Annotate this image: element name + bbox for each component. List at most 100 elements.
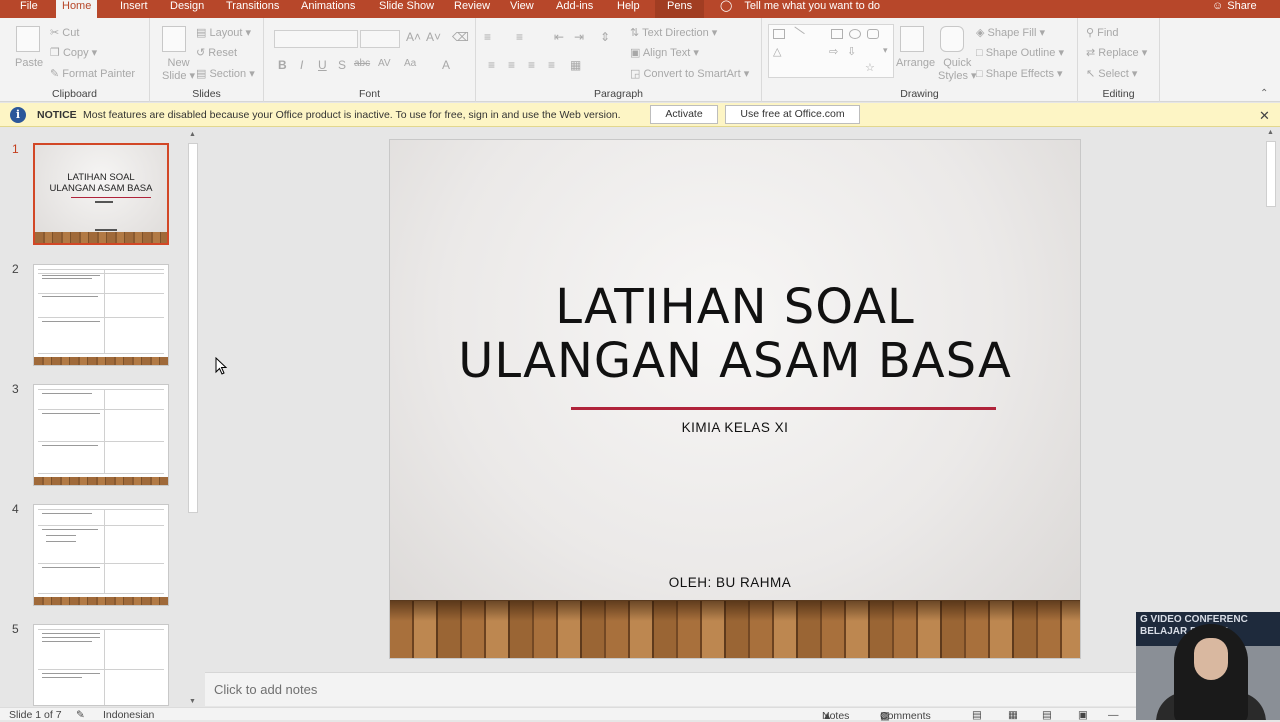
convert-smartart-button[interactable]: ◲ Convert to SmartArt ▾: [630, 67, 749, 80]
align-center-icon[interactable]: ≡: [508, 58, 515, 72]
increase-font-icon[interactable]: A˄: [406, 30, 421, 44]
justify-icon[interactable]: ≡: [548, 58, 555, 72]
notes-placeholder[interactable]: Click to add notes: [214, 682, 317, 697]
slide-title[interactable]: LATIHAN SOAL ULANGAN ASAM BASA: [390, 280, 1080, 388]
scrollbar-thumb[interactable]: [188, 143, 198, 513]
italic-icon[interactable]: I: [300, 58, 303, 72]
quick-styles-button[interactable]: Quick Styles ▾: [938, 57, 977, 82]
numbering-icon[interactable]: ≡: [516, 30, 523, 44]
section-button[interactable]: ▤ Section ▾: [196, 67, 255, 80]
paste-button[interactable]: Paste: [15, 57, 43, 69]
thumbnail-slide-4[interactable]: [33, 504, 169, 606]
tab-file[interactable]: File: [14, 0, 44, 18]
tab-add-ins[interactable]: Add-ins: [550, 0, 599, 18]
line-spacing-icon[interactable]: ⇕: [600, 30, 610, 44]
slide-subtitle[interactable]: KIMIA KELAS XI: [390, 420, 1080, 435]
format-painter-button[interactable]: ✎ Format Painter: [50, 67, 135, 80]
shapes-gallery[interactable]: △ ⇨ ⇩ ☆ ▾: [768, 24, 894, 78]
bold-icon[interactable]: B: [278, 58, 287, 72]
reading-view-icon[interactable]: ▤: [1042, 709, 1052, 721]
slide-sorter-icon[interactable]: ▦: [1008, 709, 1018, 721]
shape-effects-button[interactable]: □ Shape Effects ▾: [976, 67, 1063, 80]
slide-scrollbar[interactable]: ▲: [1263, 127, 1280, 672]
thumbnail-slide-1[interactable]: LATIHAN SOAL ULANGAN ASAM BASA: [33, 143, 169, 245]
select-button[interactable]: ↖ Select ▾: [1086, 67, 1137, 80]
rectangle-shape-icon[interactable]: [831, 29, 843, 39]
current-slide-canvas[interactable]: LATIHAN SOAL ULANGAN ASAM BASA KIMIA KEL…: [389, 139, 1081, 659]
tab-design[interactable]: Design: [164, 0, 210, 18]
language-indicator[interactable]: Indonesian: [103, 709, 154, 721]
tab-home[interactable]: Home: [56, 0, 98, 18]
underline-icon[interactable]: U: [318, 58, 327, 72]
text-direction-button[interactable]: ⇅ Text Direction ▾: [630, 26, 717, 39]
align-text-button[interactable]: ▣ Align Text ▾: [630, 46, 699, 59]
char-spacing-icon[interactable]: AV: [378, 58, 391, 69]
font-family-select[interactable]: [274, 30, 358, 48]
reset-button[interactable]: ↺ Reset: [196, 46, 237, 59]
decrease-font-icon[interactable]: A˅: [426, 30, 441, 44]
quick-styles-icon[interactable]: [940, 26, 964, 52]
layout-button[interactable]: ▤ Layout ▾: [196, 26, 251, 39]
activate-button[interactable]: Activate: [650, 105, 718, 124]
font-color-icon[interactable]: A: [442, 58, 450, 72]
normal-view-icon[interactable]: ▤: [972, 709, 982, 721]
paste-icon[interactable]: [16, 26, 40, 52]
scroll-up-icon[interactable]: ▲: [1267, 129, 1274, 136]
scrollbar-thumb[interactable]: [1266, 141, 1276, 207]
thumbnail-slide-5[interactable]: [33, 624, 169, 706]
replace-button[interactable]: ⇄ Replace ▾: [1086, 46, 1147, 59]
slide-author[interactable]: OLEH: BU RAHMA: [390, 575, 1070, 590]
line-shape-icon[interactable]: [789, 26, 805, 42]
collapse-ribbon-icon[interactable]: ⌃: [1260, 88, 1268, 99]
arrange-button[interactable]: Arrange: [896, 57, 935, 69]
tab-review[interactable]: Review: [448, 0, 496, 18]
increase-indent-icon[interactable]: ⇥: [574, 30, 584, 44]
tab-pens[interactable]: Pens: [655, 0, 705, 18]
zoom-out-icon[interactable]: —: [1108, 709, 1119, 721]
change-case-icon[interactable]: Aa: [404, 58, 416, 69]
find-button[interactable]: ⚲ Find: [1086, 26, 1119, 39]
thumbnail-slide-2[interactable]: [33, 264, 169, 366]
align-right-icon[interactable]: ≡: [528, 58, 535, 72]
scroll-up-icon[interactable]: ▲: [189, 131, 196, 138]
new-slide-icon[interactable]: [162, 26, 186, 52]
tell-me-search[interactable]: ◯ Tell me what you want to do: [720, 0, 880, 18]
star-shape-icon[interactable]: ☆: [865, 61, 875, 74]
thumbnail-scrollbar[interactable]: ▲ ▼: [187, 131, 199, 705]
tab-animations[interactable]: Animations: [295, 0, 361, 18]
share-button[interactable]: ☺ Share: [1212, 0, 1257, 18]
arrow-right-shape-icon[interactable]: ⇨: [829, 45, 838, 58]
spelling-icon[interactable]: ✎: [76, 709, 85, 721]
rounded-rect-shape-icon[interactable]: [867, 29, 879, 39]
align-left-icon[interactable]: ≡: [488, 58, 495, 72]
notes-pane[interactable]: Click to add notes: [205, 672, 1280, 706]
shadow-icon[interactable]: S: [338, 58, 346, 72]
columns-icon[interactable]: ▦: [570, 58, 581, 72]
tab-insert[interactable]: Insert: [114, 0, 154, 18]
use-free-button[interactable]: Use free at Office.com: [725, 105, 860, 124]
font-size-select[interactable]: [360, 30, 400, 48]
scroll-down-icon[interactable]: ▼: [189, 698, 196, 705]
tab-transitions[interactable]: Transitions: [220, 0, 285, 18]
tab-view[interactable]: View: [504, 0, 540, 18]
textbox-shape-icon[interactable]: [773, 29, 785, 39]
shape-outline-button[interactable]: □ Shape Outline ▾: [976, 46, 1064, 59]
oval-shape-icon[interactable]: [849, 29, 861, 39]
arrange-icon[interactable]: [900, 26, 924, 52]
thumbnail-slide-3[interactable]: [33, 384, 169, 486]
tab-help[interactable]: Help: [611, 0, 646, 18]
copy-button[interactable]: ❐ Copy ▾: [50, 46, 97, 59]
strikethrough-icon[interactable]: abc: [354, 58, 370, 69]
decrease-indent-icon[interactable]: ⇤: [554, 30, 564, 44]
new-slide-button[interactable]: New Slide ▾: [162, 57, 195, 82]
bullets-icon[interactable]: ≡: [484, 30, 491, 44]
cut-button[interactable]: ✂ Cut: [50, 26, 79, 39]
arrow-down-shape-icon[interactable]: ⇩: [847, 45, 856, 58]
slideshow-view-icon[interactable]: ▣: [1078, 709, 1088, 721]
tab-slide-show[interactable]: Slide Show: [373, 0, 440, 18]
shape-fill-button[interactable]: ◈ Shape Fill ▾: [976, 26, 1045, 39]
triangle-shape-icon[interactable]: △: [773, 45, 781, 58]
gallery-more-icon[interactable]: ▾: [883, 45, 888, 56]
close-icon[interactable]: ✕: [1259, 108, 1270, 124]
clear-formatting-icon[interactable]: ⌫: [452, 30, 469, 44]
